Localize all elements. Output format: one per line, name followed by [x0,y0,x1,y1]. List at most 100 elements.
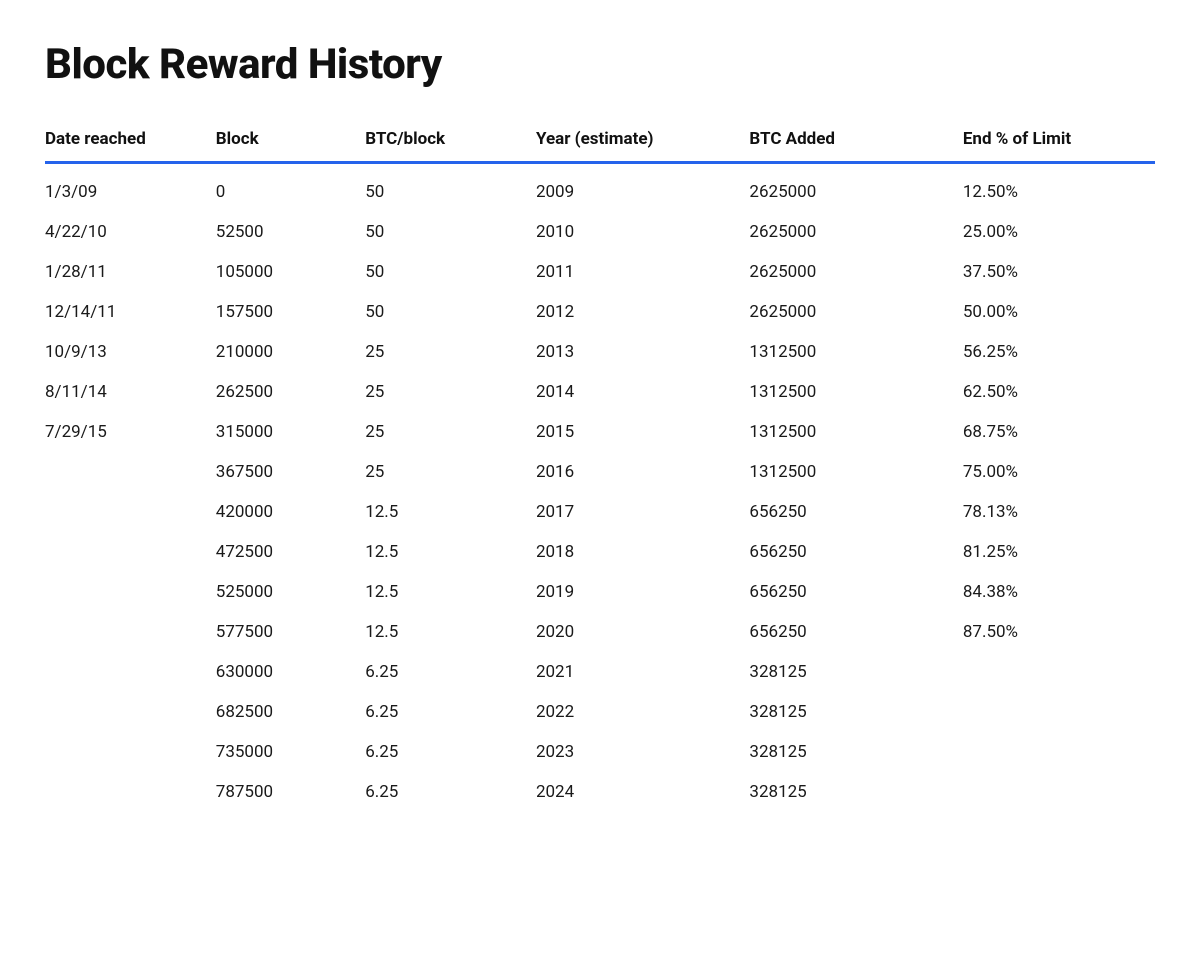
cell-block: 682500 [216,692,365,732]
cell-endlimit [963,772,1155,812]
table-row: 57750012.5202065625087.50% [45,612,1155,652]
cell-btcblock: 50 [365,292,536,332]
table-row: 367500252016131250075.00% [45,452,1155,492]
header-year: Year (estimate) [536,129,749,163]
cell-block: 630000 [216,652,365,692]
cell-btcblock: 25 [365,372,536,412]
table-row: 52500012.5201965625084.38% [45,572,1155,612]
cell-endlimit: 56.25% [963,332,1155,372]
cell-date: 1/28/11 [45,252,216,292]
cell-year: 2023 [536,732,749,772]
cell-btcblock: 25 [365,412,536,452]
cell-endlimit [963,652,1155,692]
cell-year: 2019 [536,572,749,612]
table-row: 7350006.252023328125 [45,732,1155,772]
cell-btcblock: 50 [365,252,536,292]
cell-date [45,652,216,692]
cell-btcadded: 656250 [749,612,962,652]
cell-endlimit: 81.25% [963,532,1155,572]
cell-block: 525000 [216,572,365,612]
cell-year: 2024 [536,772,749,812]
cell-year: 2016 [536,452,749,492]
cell-date [45,532,216,572]
cell-year: 2022 [536,692,749,732]
cell-btcadded: 328125 [749,652,962,692]
header-block: Block [216,129,365,163]
cell-block: 105000 [216,252,365,292]
table-row: 6300006.252021328125 [45,652,1155,692]
cell-date [45,692,216,732]
cell-block: 315000 [216,412,365,452]
cell-block: 0 [216,163,365,213]
cell-btcblock: 6.25 [365,692,536,732]
cell-date [45,732,216,772]
cell-date: 4/22/10 [45,212,216,252]
cell-btcblock: 50 [365,163,536,213]
cell-btcblock: 6.25 [365,732,536,772]
cell-block: 472500 [216,532,365,572]
cell-btcblock: 12.5 [365,492,536,532]
table-row: 7/29/15315000252015131250068.75% [45,412,1155,452]
cell-endlimit: 37.50% [963,252,1155,292]
cell-endlimit: 78.13% [963,492,1155,532]
cell-btcadded: 328125 [749,732,962,772]
cell-year: 2017 [536,492,749,532]
cell-endlimit: 25.00% [963,212,1155,252]
cell-date [45,612,216,652]
cell-endlimit: 68.75% [963,412,1155,452]
cell-date [45,572,216,612]
block-reward-table: Date reached Block BTC/block Year (estim… [45,129,1155,812]
cell-block: 262500 [216,372,365,412]
cell-date: 10/9/13 [45,332,216,372]
cell-endlimit: 87.50% [963,612,1155,652]
table-row: 6825006.252022328125 [45,692,1155,732]
table-row: 12/14/11157500502012262500050.00% [45,292,1155,332]
cell-btcblock: 50 [365,212,536,252]
page-title: Block Reward History [45,40,1155,89]
cell-year: 2018 [536,532,749,572]
header-date: Date reached [45,129,216,163]
cell-date: 7/29/15 [45,412,216,452]
cell-date [45,772,216,812]
cell-btcblock: 12.5 [365,572,536,612]
table-row: 42000012.5201765625078.13% [45,492,1155,532]
cell-btcadded: 2625000 [749,252,962,292]
cell-date [45,492,216,532]
cell-btcadded: 2625000 [749,292,962,332]
cell-endlimit [963,692,1155,732]
cell-btcadded: 328125 [749,772,962,812]
cell-btcadded: 1312500 [749,372,962,412]
cell-block: 420000 [216,492,365,532]
cell-btcblock: 25 [365,332,536,372]
cell-btcadded: 1312500 [749,452,962,492]
cell-block: 787500 [216,772,365,812]
cell-year: 2011 [536,252,749,292]
cell-block: 157500 [216,292,365,332]
table-row: 1/3/090502009262500012.50% [45,163,1155,213]
cell-year: 2013 [536,332,749,372]
table-header-row: Date reached Block BTC/block Year (estim… [45,129,1155,163]
table-row: 47250012.5201865625081.25% [45,532,1155,572]
cell-block: 367500 [216,452,365,492]
cell-block: 735000 [216,732,365,772]
cell-year: 2009 [536,163,749,213]
cell-btcadded: 656250 [749,532,962,572]
table-row: 1/28/11105000502011262500037.50% [45,252,1155,292]
table-row: 7875006.252024328125 [45,772,1155,812]
cell-endlimit [963,732,1155,772]
cell-btcadded: 328125 [749,692,962,732]
cell-endlimit: 84.38% [963,572,1155,612]
cell-btcblock: 12.5 [365,612,536,652]
cell-date: 8/11/14 [45,372,216,412]
cell-btcblock: 6.25 [365,772,536,812]
cell-btcadded: 1312500 [749,412,962,452]
cell-block: 210000 [216,332,365,372]
cell-year: 2021 [536,652,749,692]
cell-endlimit: 50.00% [963,292,1155,332]
header-btcblock: BTC/block [365,129,536,163]
cell-endlimit: 12.50% [963,163,1155,213]
cell-date: 12/14/11 [45,292,216,332]
cell-date [45,452,216,492]
cell-btcadded: 1312500 [749,332,962,372]
cell-btcblock: 25 [365,452,536,492]
